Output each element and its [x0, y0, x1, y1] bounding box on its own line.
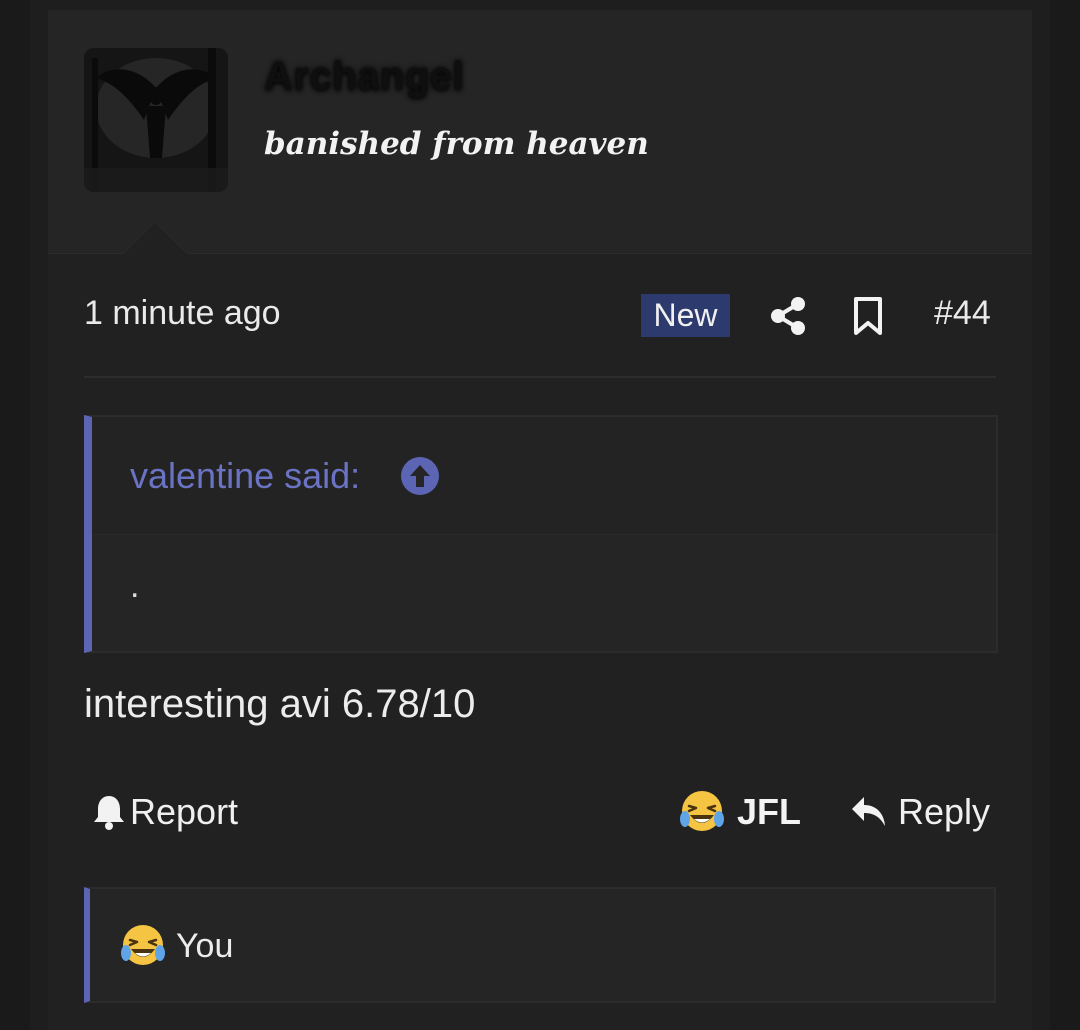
quote-body: .: [130, 567, 140, 605]
user-header: Archangel banished from heaven: [48, 10, 1032, 254]
laughing-crying-emoji-icon: [120, 923, 166, 969]
arrow-up-circle-icon[interactable]: [400, 456, 440, 496]
reply-button[interactable]: Reply: [850, 788, 990, 836]
laughing-crying-emoji-icon: [679, 789, 725, 835]
reactions-list-text[interactable]: You: [176, 927, 233, 966]
username[interactable]: Archangel: [264, 54, 464, 99]
header-pointer: [123, 222, 187, 254]
reply-label: Reply: [898, 791, 991, 832]
bell-icon: [94, 796, 124, 830]
post-actions: Report JFL Reply: [84, 788, 996, 836]
report-button[interactable]: Report: [92, 788, 238, 836]
reactions-bar[interactable]: You: [84, 887, 996, 1003]
reply-arrow-icon: [852, 797, 885, 826]
page: Archangel banished from heaven 1 minute …: [30, 0, 1050, 1030]
forum-post: Archangel banished from heaven 1 minute …: [48, 10, 1032, 1030]
quote-author[interactable]: valentine said:: [130, 455, 360, 497]
post-message: interesting avi 6.78/10: [84, 682, 476, 726]
avatar[interactable]: [84, 48, 228, 192]
report-label: Report: [130, 791, 239, 832]
post-attribution: 1 minute ago New #44: [84, 292, 996, 378]
new-badge: New: [641, 294, 730, 337]
avatar-image: [84, 48, 228, 192]
quote-block: valentine said: .: [84, 415, 998, 653]
post-number[interactable]: #44: [934, 294, 991, 333]
share-icon[interactable]: [770, 296, 806, 336]
react-label: JFL: [737, 791, 802, 832]
post-time[interactable]: 1 minute ago: [84, 294, 281, 333]
quote-header: valentine said:: [92, 417, 996, 535]
user-title: banished from heaven: [264, 126, 649, 162]
react-button[interactable]: JFL: [679, 788, 801, 836]
bookmark-icon[interactable]: [852, 296, 884, 336]
